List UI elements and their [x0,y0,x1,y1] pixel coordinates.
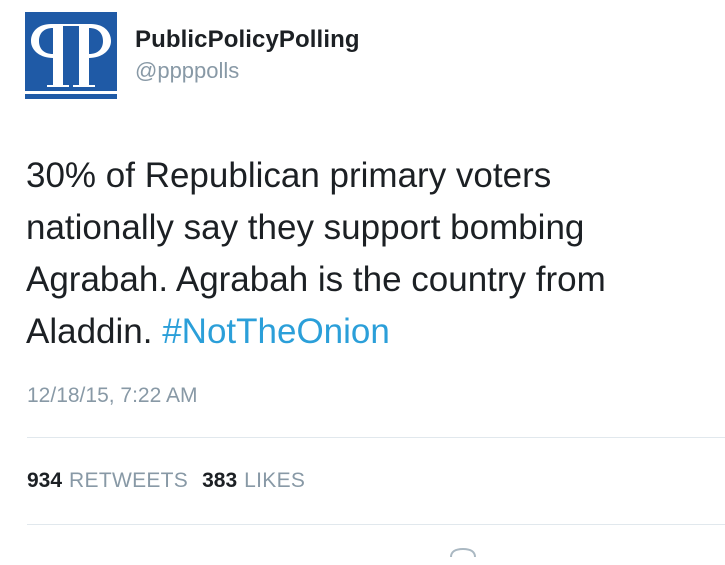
ppp-logo-icon[interactable] [25,12,117,99]
retweets-label: RETWEETS [69,469,189,492]
likes-stat[interactable]: 383 LIKES [202,468,305,494]
tweet-stats: 934 RETWEETS 383 LIKES [27,468,305,494]
tweet-timestamp: 12/18/15, 7:22 AM [27,384,198,407]
divider [27,437,725,438]
ppp-logo-graphic [25,12,117,99]
user-names: PublicPolicyPolling @ppppolls [135,26,360,84]
tweet-header: PublicPolicyPolling @ppppolls [25,12,360,99]
hashtag-link[interactable]: #NotTheOnion [162,312,390,351]
display-name[interactable]: PublicPolicyPolling [135,26,360,54]
likes-count: 383 [202,469,238,492]
user-handle[interactable]: @ppppolls [135,58,360,84]
tweet-text: 30% of Republican primary voters nationa… [26,150,706,358]
divider [27,524,725,525]
likes-label: LIKES [244,469,306,492]
retweets-stat[interactable]: 934 RETWEETS [27,468,188,494]
action-icon[interactable] [448,545,478,565]
retweets-count: 934 [27,469,63,492]
